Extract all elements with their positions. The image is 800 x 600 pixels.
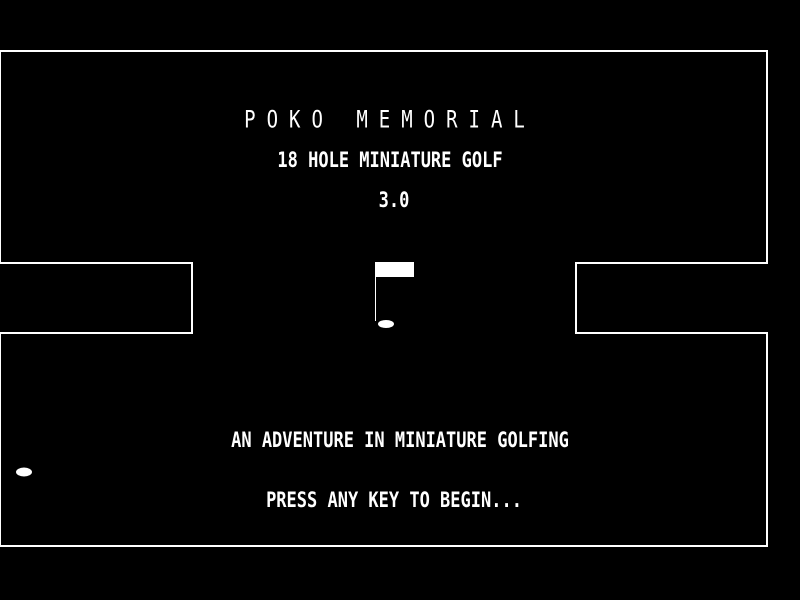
tagline: AN ADVENTURE IN MINIATURE GOLFING	[231, 428, 569, 453]
game-title: POKO MEMORIAL	[244, 106, 536, 134]
game-subtitle: 18 HOLE MINIATURE GOLF	[277, 148, 503, 173]
golf-hole	[378, 320, 394, 328]
golf-ball-icon	[16, 467, 32, 477]
start-prompt[interactable]: PRESS ANY KEY TO BEGIN...	[4, 488, 784, 513]
version-number: 3.0	[378, 188, 410, 213]
hole-flag-icon	[375, 262, 414, 321]
